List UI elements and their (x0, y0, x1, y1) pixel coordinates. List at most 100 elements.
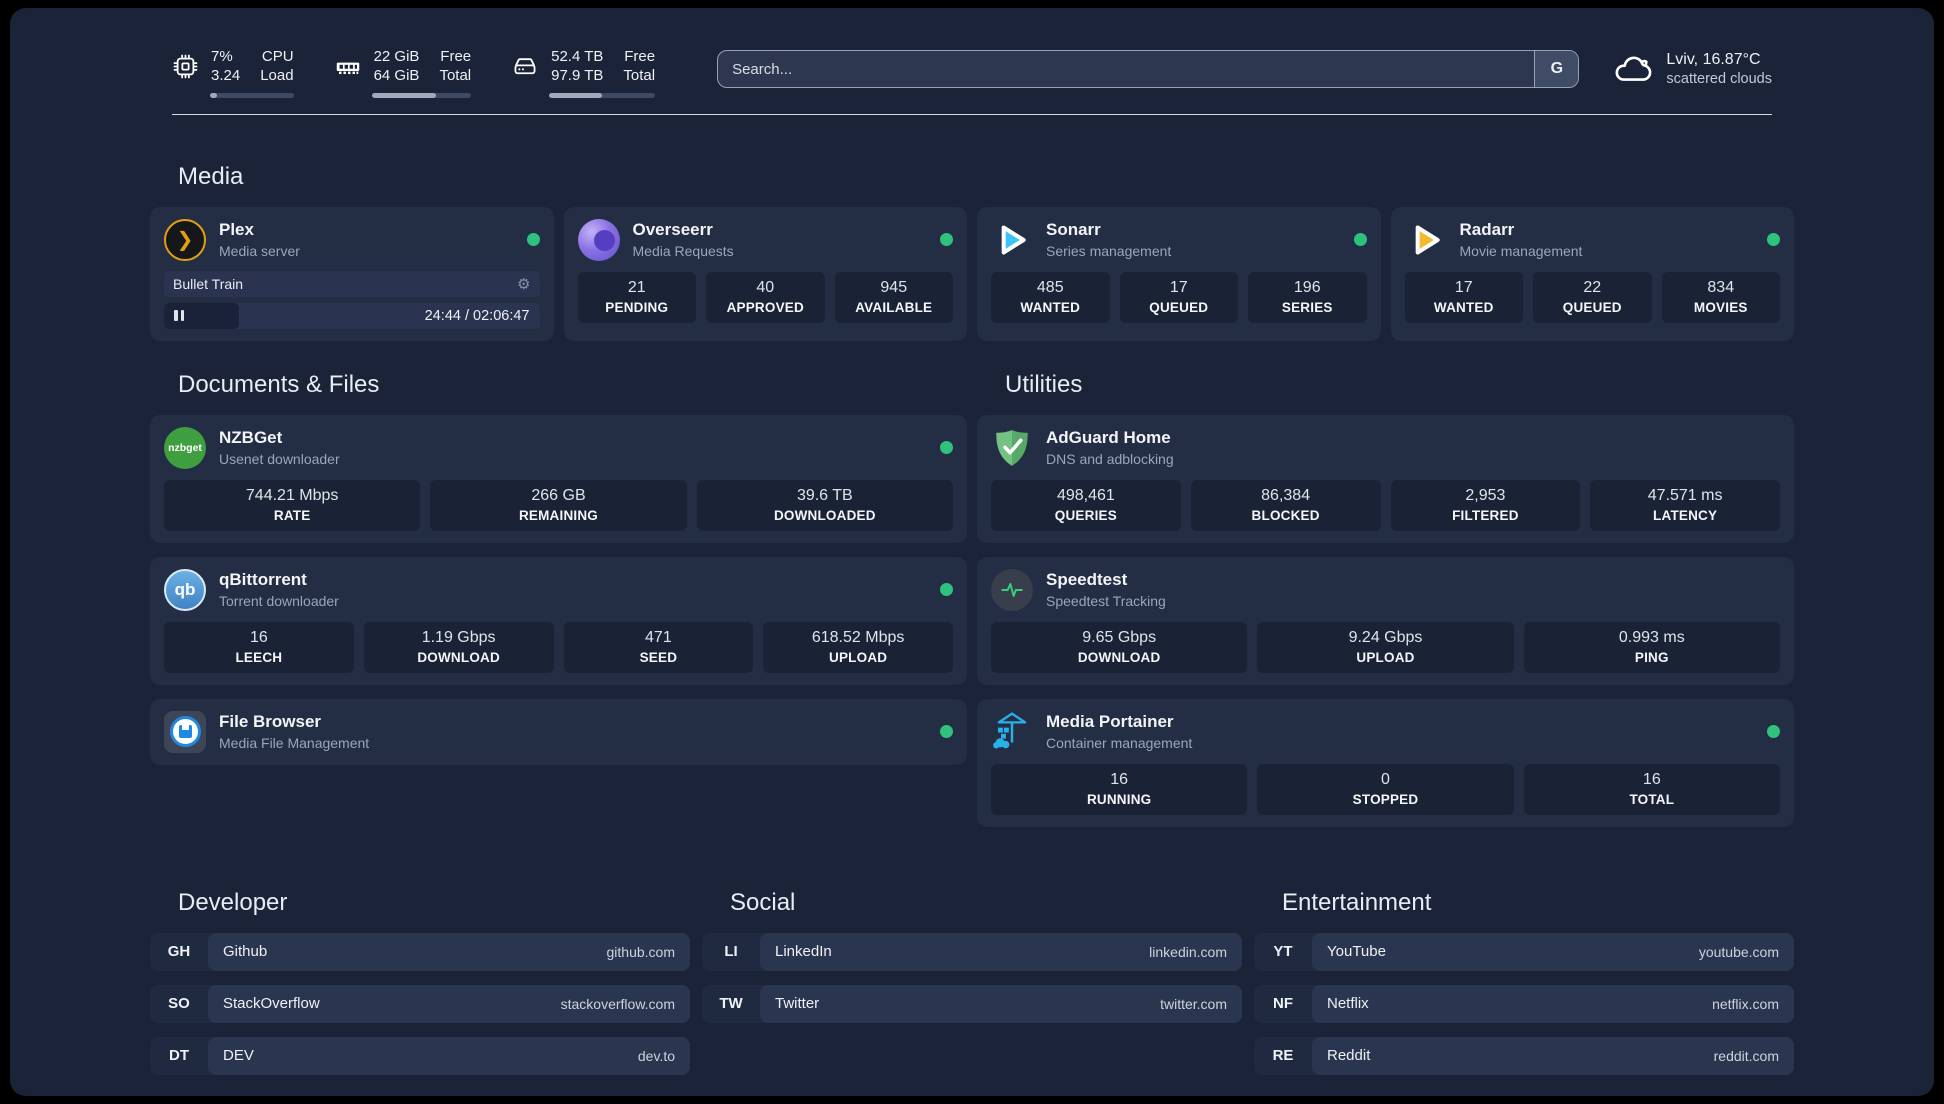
bookmark-youtube[interactable]: YT YouTube youtube.com (1254, 932, 1794, 971)
service-card-filebrowser[interactable]: File Browser Media File Management (150, 698, 967, 765)
stat-box: 196 SERIES (1248, 271, 1367, 323)
bookmark-url: github.com (606, 943, 675, 960)
service-description: Movie management (1459, 243, 1583, 259)
stat-box: 498,461 QUERIES (991, 479, 1181, 531)
service-name: File Browser (219, 712, 322, 731)
bookmark-netflix[interactable]: NF Netflix netflix.com (1254, 984, 1794, 1023)
now-playing-title-row: Bullet Train ⚙ (164, 270, 540, 297)
search-engine-button[interactable]: G (1534, 51, 1579, 87)
overseerr-icon (577, 218, 620, 261)
service-card-speedtest[interactable]: Speedtest Speedtest Tracking 9.65 Gbps D… (977, 556, 1794, 685)
service-name: NZBGet (219, 428, 283, 447)
now-playing-title: Bullet Train (173, 275, 244, 292)
service-name: Sonarr (1046, 220, 1101, 239)
stat-value: 0 (1381, 770, 1390, 788)
service-card-portainer[interactable]: Media Portainer Container management 16 … (977, 698, 1794, 827)
stat-label: STOPPED (1352, 791, 1419, 807)
bookmark-github[interactable]: GH Github github.com (150, 932, 690, 971)
header-divider (172, 113, 1772, 115)
bookmark-name: Twitter (775, 995, 820, 1012)
stat-label: MOVIES (1693, 299, 1748, 315)
stat-value: 9.24 Gbps (1348, 628, 1423, 646)
stat-label: QUEUED (1562, 299, 1622, 315)
stat-value: 16 (1642, 770, 1661, 788)
service-card-qbittorrent[interactable]: qb qBittorrent Torrent downloader 16 LEE… (150, 556, 967, 685)
service-card-plex[interactable]: ❯ Plex Media server Bullet Train ⚙ 24:44… (150, 206, 554, 341)
stat-box: 16 TOTAL (1523, 763, 1780, 815)
status-dot (1767, 725, 1780, 738)
stat-label: BLOCKED (1251, 507, 1320, 523)
weather-condition: scattered clouds (1666, 70, 1772, 87)
stat-box: 86,384 BLOCKED (1190, 479, 1381, 531)
stat-label: PENDING (605, 299, 669, 315)
service-description: Media File Management (219, 735, 370, 751)
bookmark-name: DEV (223, 1047, 254, 1064)
service-card-nzbget[interactable]: nzbget NZBGet Usenet downloader 744.21 M… (150, 414, 967, 543)
bookmark-group-entertainment: Entertainment YT YouTube youtube.com NF … (1254, 889, 1794, 1075)
stat-box: 1.19 Gbps DOWNLOAD (363, 621, 554, 673)
status-dot (940, 725, 953, 738)
bookmark-linkedin[interactable]: LI LinkedIn linkedin.com (702, 932, 1242, 971)
bookmark-group-title: Social (730, 888, 796, 916)
stat-label: LATENCY (1653, 507, 1718, 523)
service-name: qBittorrent (219, 570, 307, 589)
bookmark-abbr: TW (719, 995, 743, 1012)
section-utilities: Utilities AdGuard Home DNS and adblockin… (977, 371, 1794, 827)
playback-time: 24:44 / 02:06:47 (424, 307, 530, 324)
weather-widget[interactable]: Lviv, 16.87°C scattered clouds (1613, 50, 1772, 87)
stat-value: 16 (1110, 770, 1129, 788)
stat-value: 17 (1454, 278, 1473, 296)
stat-label: WANTED (1433, 299, 1494, 315)
bookmark-url: stackoverflow.com (560, 995, 675, 1012)
stat-label: UPLOAD (1356, 649, 1415, 665)
disk-widget: 52.4 TB 97.9 TB Free Total (511, 48, 656, 98)
bookmark-reddit[interactable]: RE Reddit reddit.com (1254, 1036, 1794, 1075)
service-card-adguard[interactable]: AdGuard Home DNS and adblocking 498,461 … (977, 414, 1794, 543)
bookmark-dev[interactable]: DT DEV dev.to (150, 1036, 690, 1075)
service-name: AdGuard Home (1046, 428, 1171, 447)
section-title-media: Media (178, 162, 244, 190)
bookmark-abbr: GH (167, 943, 191, 960)
stat-value: 39.6 TB (796, 486, 853, 504)
stat-value: 945 (880, 278, 908, 296)
service-card-overseerr[interactable]: Overseerr Media Requests 21 PENDING 40 A… (563, 206, 967, 341)
bookmark-url: reddit.com (1713, 1047, 1779, 1064)
service-name: Media Portainer (1046, 712, 1174, 731)
search-input[interactable] (717, 50, 1580, 88)
cpu-progress-bar (210, 92, 294, 98)
service-name: Speedtest (1046, 570, 1128, 589)
stat-value: 9.65 Gbps (1082, 628, 1157, 646)
stat-value: 16 (249, 628, 268, 646)
plex-icon: ❯ (164, 218, 206, 261)
stat-label: RATE (273, 507, 311, 523)
status-dot (940, 441, 953, 454)
bookmark-url: linkedin.com (1149, 943, 1227, 960)
bookmark-stackoverflow[interactable]: SO StackOverflow stackoverflow.com (150, 984, 690, 1023)
settings-gear-icon[interactable]: ⚙ (517, 275, 530, 293)
status-dot (526, 233, 540, 246)
stat-label: APPROVED (726, 299, 804, 315)
stat-box: 618.52 Mbps UPLOAD (763, 621, 953, 673)
stat-label: LEECH (235, 649, 283, 665)
stat-value: 21 (627, 278, 646, 296)
cpu-icon (173, 54, 198, 79)
stat-value: 744.21 Mbps (245, 486, 339, 504)
stat-box: 40 APPROVED (706, 271, 825, 323)
bookmark-abbr: LI (724, 943, 738, 960)
stat-label: RUNNING (1086, 791, 1152, 807)
service-description: Media Requests (632, 243, 734, 259)
service-card-sonarr[interactable]: Sonarr Series management 485 WANTED 17 Q… (977, 206, 1381, 341)
stat-value: 498,461 (1056, 486, 1115, 504)
stat-box: 2,953 FILTERED (1390, 479, 1581, 531)
service-description: Speedtest Tracking (1046, 593, 1166, 609)
radarr-icon (1405, 219, 1447, 261)
pause-icon[interactable] (174, 310, 184, 321)
ram-widget: 22 GiB 64 GiB Free Total (334, 48, 472, 98)
stat-value: 266 GB (531, 486, 586, 504)
nzbget-icon: nzbget (164, 426, 206, 469)
disk-progress-bar (549, 92, 656, 98)
service-card-radarr[interactable]: Radarr Movie management 17 WANTED 22 QUE… (1390, 206, 1794, 341)
dashboard-root: 7% 3.24 CPU Load 22 GiB 64 GiB Free Tota… (10, 8, 1934, 1096)
service-description: DNS and adblocking (1046, 451, 1174, 467)
bookmark-twitter[interactable]: TW Twitter twitter.com (702, 984, 1242, 1023)
